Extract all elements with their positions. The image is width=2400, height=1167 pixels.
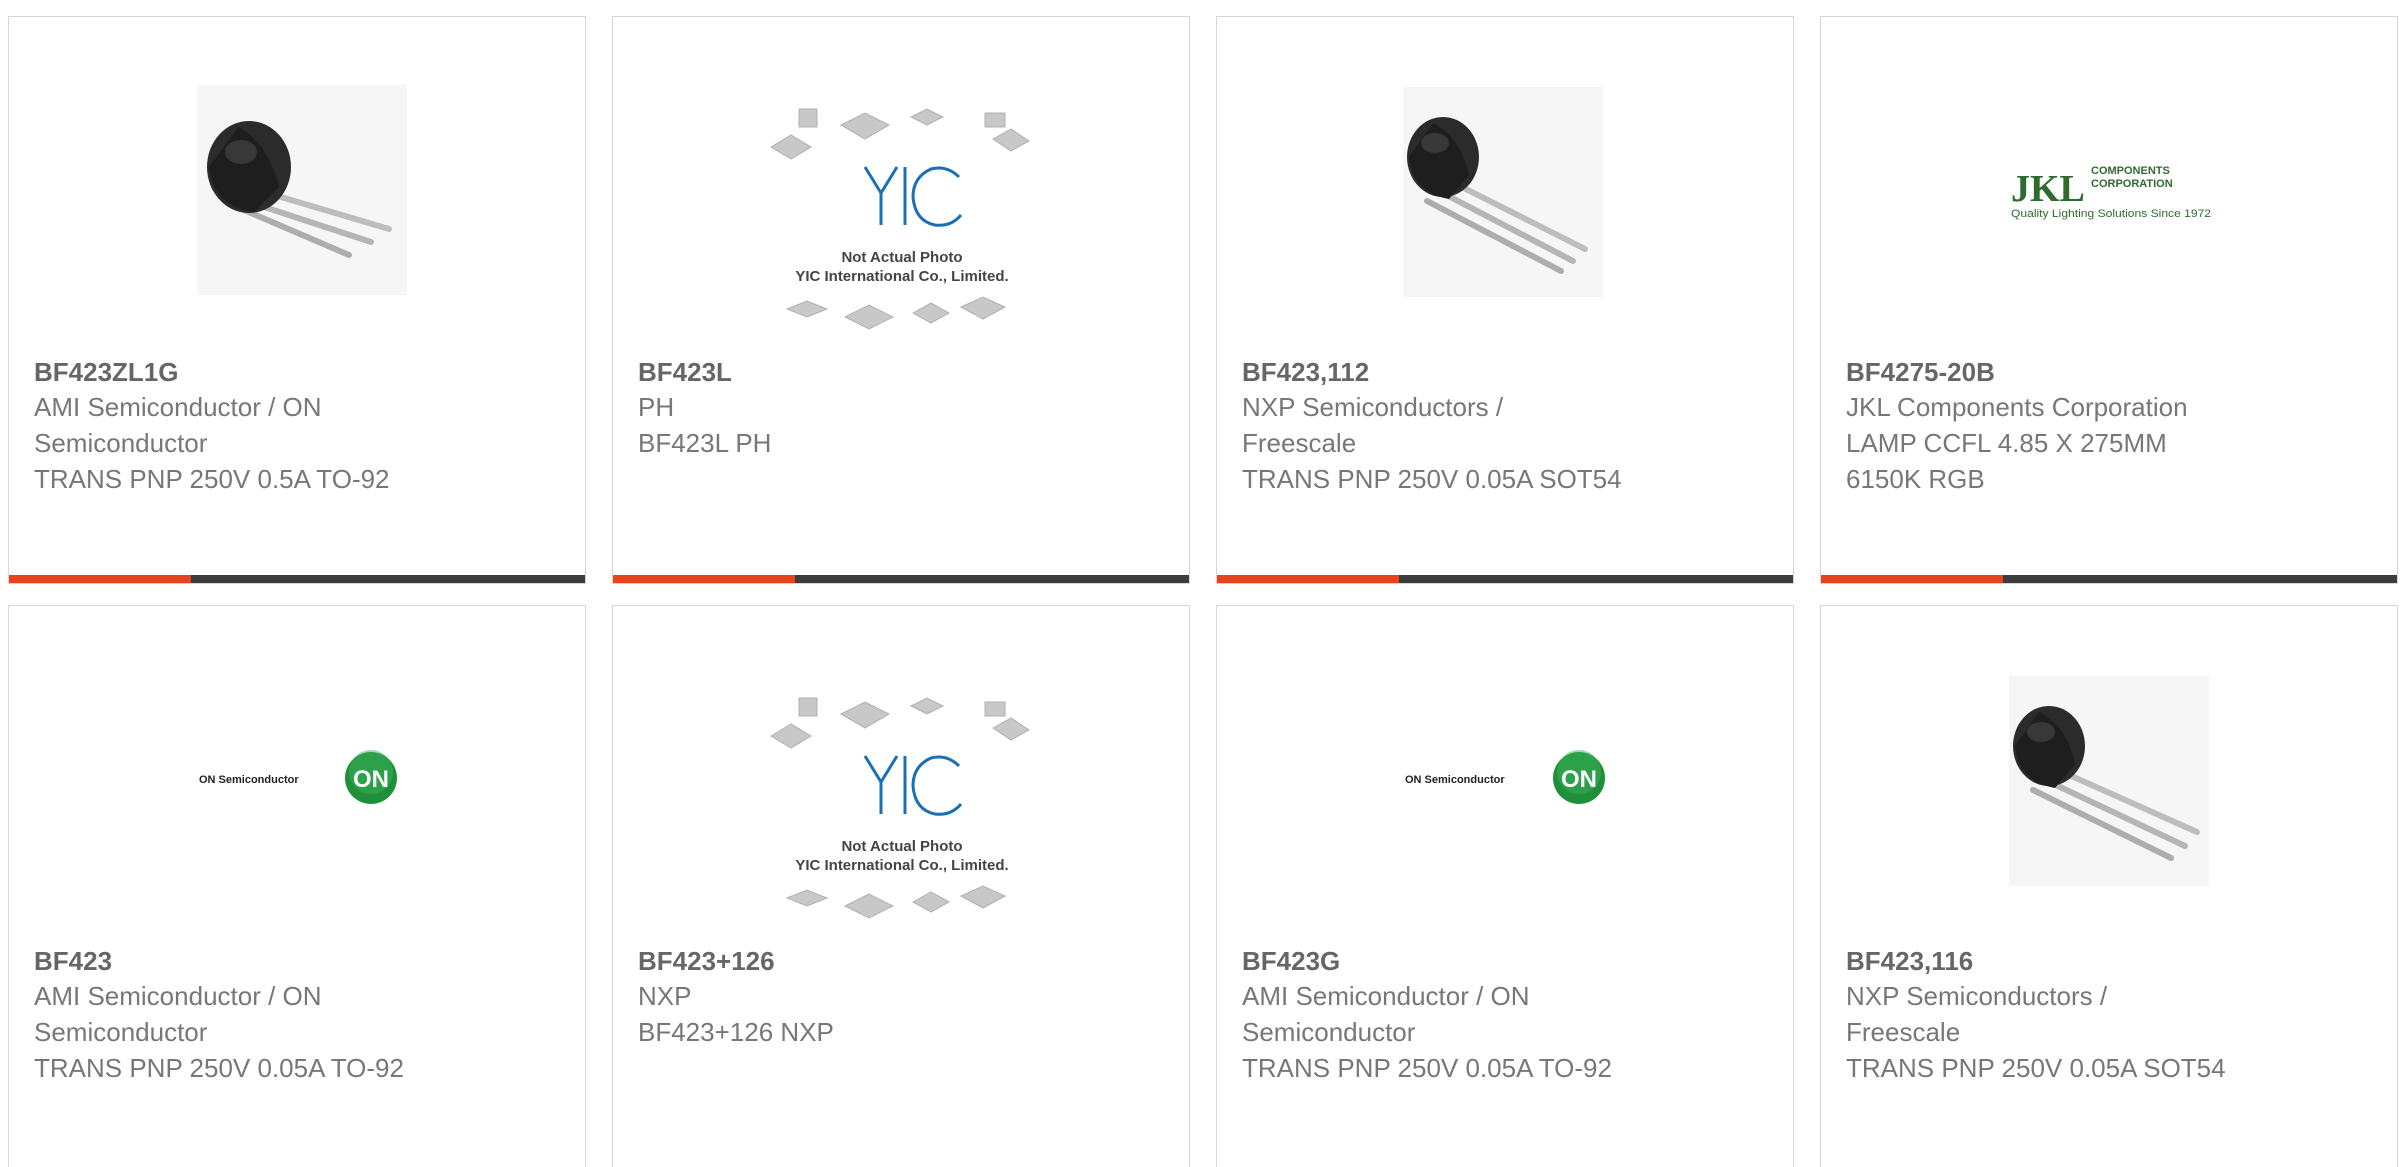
svg-text:CORPORATION: CORPORATION [2091,178,2173,190]
description: TRANS PNP 250V 0.05A TO-92 [1242,1053,1612,1083]
part-number[interactable]: BF423,112 [1242,355,1773,389]
description: TRANS PNP 250V 0.05A SOT54 [1846,1053,2226,1083]
description: BF423+126 NXP [638,1017,834,1047]
manufacturer: PH [638,392,675,422]
product-info: BF423G AMI Semiconductor / ON Semiconduc… [1242,944,1773,1086]
yic-logo-icon [863,755,963,816]
product-card[interactable]: ON Semiconductor ON BF423G AMI Semicondu… [1216,605,1794,1167]
product-image[interactable] [9,17,585,347]
product-card[interactable]: Not Actual Photo YIC International Co., … [612,16,1190,584]
card-underline [9,575,585,583]
manufacturer: NXP [638,981,692,1011]
part-number[interactable]: BF423,116 [1846,944,2377,978]
product-grid: BF423ZL1G AMI Semiconductor / ON Semicon… [0,0,2400,1167]
description: BF423L PH [638,428,772,458]
card-underline [613,575,1189,583]
product-card[interactable]: BF423,112 NXP Semiconductors / Freescale… [1216,16,1794,584]
description: LAMP CCFL 4.85 X 275MM 6150K RGB [1846,428,2167,494]
image-caption: Not Actual Photo [841,249,962,266]
on-semi-logo-icon: ON Semiconductor ON [199,750,397,804]
part-number[interactable]: BF423 [34,944,565,978]
product-info: BF423L PH BF423L PH [638,355,1169,461]
image-caption: YIC International Co., Limited. [795,857,1008,874]
manufacturer: AMI Semiconductor / ON Semiconductor [1242,981,1530,1047]
card-underline [1821,575,2397,583]
card-underline-accent [613,575,795,583]
transistor-image [197,85,407,295]
product-info: BF423+126 NXP BF423+126 NXP [638,944,1169,1050]
svg-text:COMPONENTS: COMPONENTS [2091,165,2170,177]
image-caption: Not Actual Photo [841,838,962,855]
product-image[interactable]: Not Actual Photo YIC International Co., … [613,606,1189,936]
manufacturer: NXP Semiconductors / Freescale [1846,981,2108,1047]
part-number[interactable]: BF4275-20B [1846,355,2377,389]
on-semi-logo-icon: ON Semiconductor ON [1405,750,1605,804]
manufacturer: JKL Components Corporation [1846,392,2188,422]
yic-logo-icon [863,166,963,227]
svg-text:ON: ON [1561,766,1597,793]
card-underline-accent [1821,575,2003,583]
product-card[interactable]: BF423ZL1G AMI Semiconductor / ON Semicon… [8,16,586,584]
product-info: BF4275-20B JKL Components Corporation LA… [1846,355,2377,497]
svg-text:ON Semiconductor: ON Semiconductor [199,774,299,786]
svg-text:ON: ON [353,766,389,793]
card-underline [1217,575,1793,583]
part-number[interactable]: BF423+126 [638,944,1169,978]
manufacturer: AMI Semiconductor / ON Semiconductor [34,981,322,1047]
manufacturer: NXP Semiconductors / Freescale [1242,392,1504,458]
card-underline-accent [9,575,191,583]
product-info: BF423 AMI Semiconductor / ON Semiconduct… [34,944,565,1086]
yic-placeholder-image: Not Actual Photo YIC International Co., … [770,697,1030,919]
manufacturer: AMI Semiconductor / ON Semiconductor [34,392,322,458]
product-image[interactable]: JKL COMPONENTS CORPORATION Quality Light… [1821,17,2397,347]
product-info: BF423ZL1G AMI Semiconductor / ON Semicon… [34,355,565,497]
image-caption: YIC International Co., Limited. [795,268,1008,285]
product-info: BF423,112 NXP Semiconductors / Freescale… [1242,355,1773,497]
description: TRANS PNP 250V 0.05A SOT54 [1242,464,1622,494]
jkl-logo-text: JKL [2011,168,2085,210]
description: TRANS PNP 250V 0.05A TO-92 [34,1053,404,1083]
product-image[interactable]: Not Actual Photo YIC International Co., … [613,17,1189,347]
product-card[interactable]: ON Semiconductor ON BF423 AMI Semiconduc… [8,605,586,1167]
card-underline-accent [1217,575,1399,583]
product-image[interactable] [1821,606,2397,936]
product-info: BF423,116 NXP Semiconductors / Freescale… [1846,944,2377,1086]
transistor-image [2009,676,2209,886]
description: TRANS PNP 250V 0.5A TO-92 [34,464,390,494]
yic-placeholder-image: Not Actual Photo YIC International Co., … [770,108,1030,330]
part-number[interactable]: BF423ZL1G [34,355,565,389]
part-number[interactable]: BF423L [638,355,1169,389]
product-card[interactable]: JKL COMPONENTS CORPORATION Quality Light… [1820,16,2398,584]
svg-text:Quality Lighting Solutions Sin: Quality Lighting Solutions Since 1972 [2011,208,2211,220]
jkl-logo-icon: JKL COMPONENTS CORPORATION Quality Light… [2011,165,2211,220]
product-card[interactable]: Not Actual Photo YIC International Co., … [612,605,1190,1167]
product-image[interactable]: ON Semiconductor ON [1217,606,1793,936]
transistor-image [1403,87,1603,297]
svg-text:ON Semiconductor: ON Semiconductor [1405,774,1505,786]
product-image[interactable] [1217,17,1793,347]
part-number[interactable]: BF423G [1242,944,1773,978]
product-card[interactable]: BF423,116 NXP Semiconductors / Freescale… [1820,605,2398,1167]
product-image[interactable]: ON Semiconductor ON [9,606,585,936]
